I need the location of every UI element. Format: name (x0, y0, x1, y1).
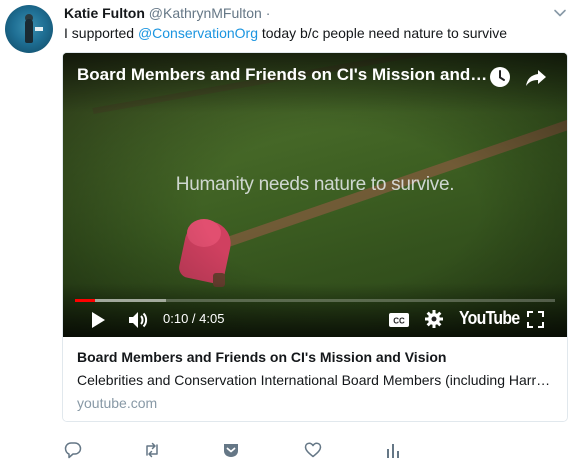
progress-played (75, 299, 95, 302)
tweet-text-after: today b/c people need nature to survive (257, 25, 508, 41)
author-handle[interactable]: @KathrynMFulton (149, 5, 262, 21)
closed-captions-icon[interactable]: CC (389, 313, 409, 327)
time-display: 0:10 / 4:05 (163, 311, 225, 326)
direct-message-icon[interactable] (222, 441, 240, 459)
video-player[interactable]: Humanity needs nature to survive. Board … (63, 53, 567, 337)
analytics-icon[interactable] (384, 441, 402, 459)
retweet-icon[interactable] (143, 441, 161, 459)
watch-later-icon[interactable] (489, 66, 511, 88)
video-title[interactable]: Board Members and Friends on CI's Missio… (77, 65, 489, 85)
tweet-text-before: I supported (64, 25, 138, 41)
tweet-header: Katie Fulton @KathrynMFulton · 3m (64, 4, 271, 278)
progress-bar[interactable] (75, 299, 555, 302)
avatar[interactable] (5, 5, 53, 53)
mention-link[interactable]: @ConservationOrg (138, 25, 258, 41)
share-icon[interactable] (525, 66, 547, 88)
tweet-text: I supported @ConservationOrg today b/c p… (64, 24, 507, 42)
chevron-down-icon[interactable] (553, 6, 567, 20)
volume-icon[interactable] (127, 310, 149, 330)
card-title[interactable]: Board Members and Friends on CI's Missio… (77, 349, 446, 365)
link-card[interactable]: Humanity needs nature to survive. Board … (62, 52, 568, 422)
avatar-person (25, 19, 33, 43)
cc-label: CC (393, 317, 405, 326)
play-icon[interactable] (89, 310, 107, 330)
heart-icon[interactable] (304, 441, 322, 459)
header-separator: · (265, 5, 271, 21)
reply-icon[interactable] (64, 441, 82, 459)
author-name[interactable]: Katie Fulton (64, 5, 145, 21)
youtube-logo[interactable]: YouTube (459, 308, 520, 329)
card-domain: youtube.com (77, 395, 158, 411)
settings-gear-icon[interactable] (425, 310, 443, 328)
avatar-podium (35, 27, 43, 31)
video-overlay-caption: Humanity needs nature to survive. (175, 174, 455, 195)
fullscreen-icon[interactable] (527, 311, 544, 328)
card-info[interactable]: Board Members and Friends on CI's Missio… (63, 337, 567, 421)
card-description: Celebrities and Conservation Internation… (77, 372, 551, 388)
